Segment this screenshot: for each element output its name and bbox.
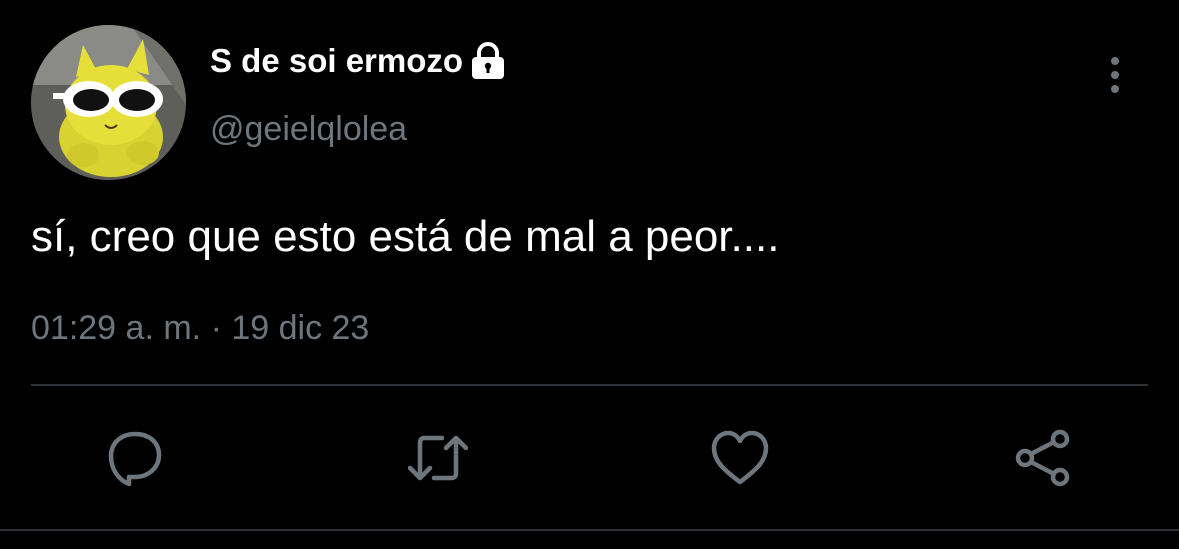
tweet-date: 19 dic 23: [231, 309, 370, 347]
more-options-icon[interactable]: [1100, 55, 1130, 95]
user-handle[interactable]: @geielqlolea: [210, 110, 407, 149]
avatar-image: [31, 25, 186, 180]
like-button[interactable]: [710, 428, 770, 488]
display-name-text: S de soi ermozo: [210, 42, 464, 79]
avatar[interactable]: [31, 25, 186, 180]
display-name[interactable]: S de soi ermozo: [210, 42, 507, 80]
heart-icon: [711, 430, 769, 485]
retweet-icon: [408, 435, 468, 481]
tweet-text: sí, creo que esto está de mal a peor....: [31, 212, 780, 261]
retweet-button[interactable]: [408, 428, 468, 488]
lock-icon: [469, 42, 507, 80]
reply-icon: [108, 431, 162, 487]
tweet-time: 01:29 a. m.: [31, 309, 202, 347]
share-icon: [1015, 429, 1070, 487]
divider: [31, 384, 1148, 386]
share-button[interactable]: [1013, 428, 1073, 488]
divider: [0, 529, 1179, 531]
reply-button[interactable]: [105, 428, 165, 488]
meta-separator: ·: [210, 309, 222, 347]
tweet-timestamp[interactable]: 01:29 a. m. · 19 dic 23: [31, 309, 369, 348]
